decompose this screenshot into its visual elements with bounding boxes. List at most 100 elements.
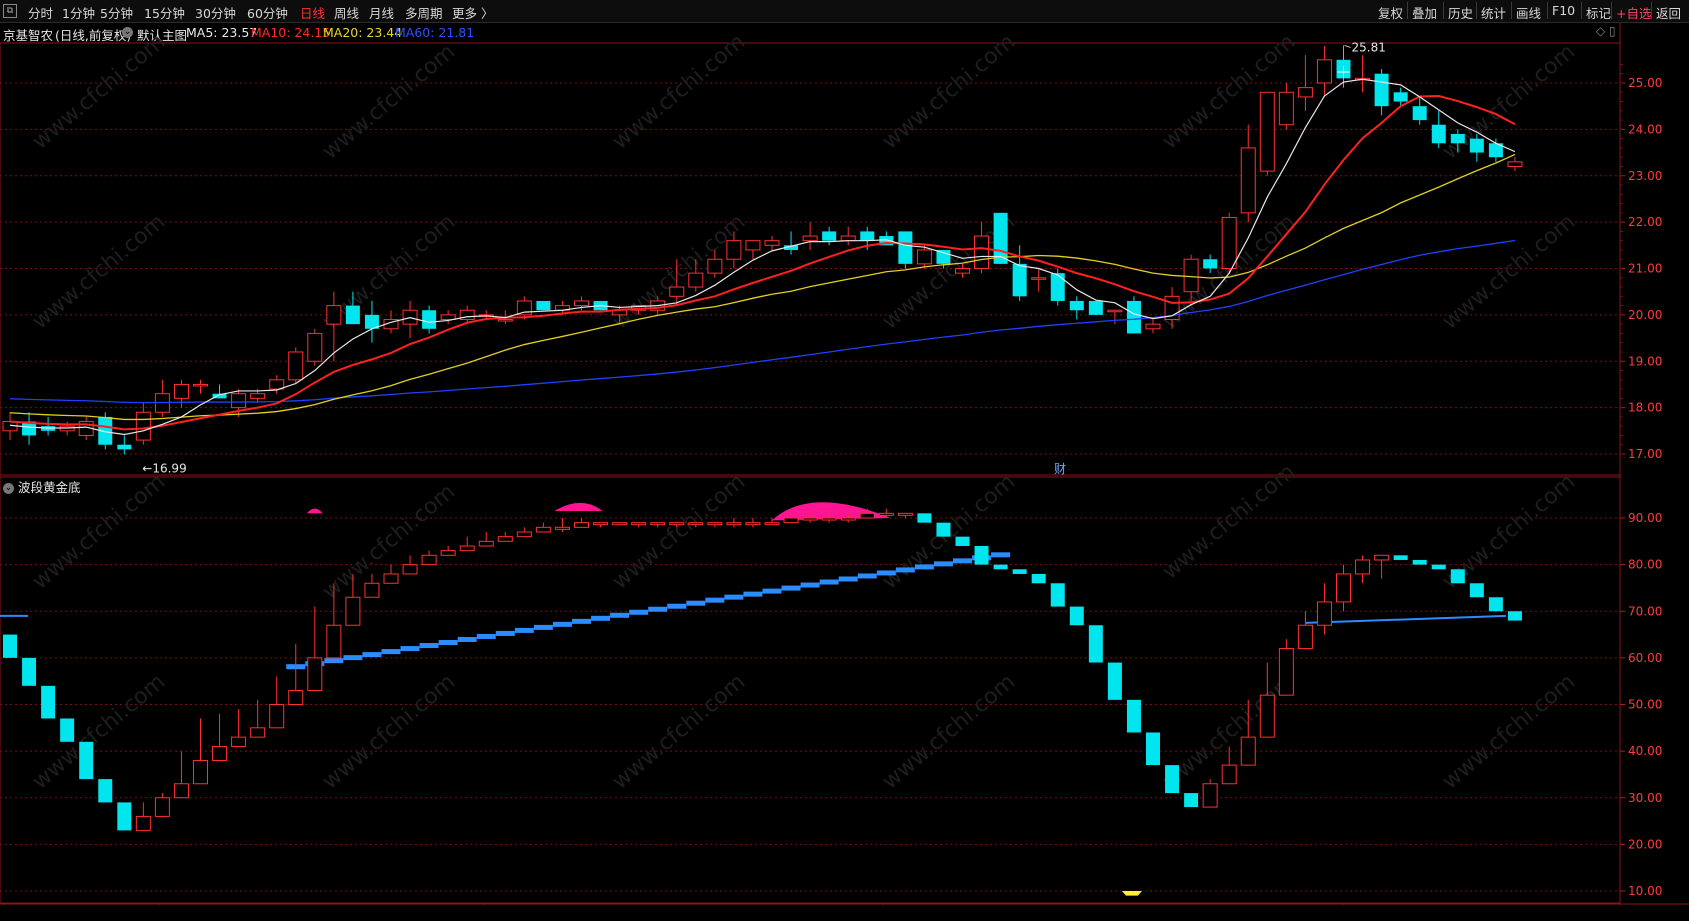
watermark-text: www.cfchi.com	[318, 669, 460, 794]
sub-y-tick-label: 70.00	[1628, 604, 1662, 618]
osc-bar-up	[802, 517, 818, 521]
osc-bar-up	[1259, 694, 1275, 738]
osc-bar-up	[383, 573, 399, 584]
sub-blue-block	[438, 640, 458, 646]
osc-bar-up	[478, 540, 494, 547]
osc-bar-up	[764, 522, 780, 526]
main-y-tick-label: 20.00	[1628, 308, 1662, 322]
sub-blue-block	[762, 588, 782, 594]
watermark-text: www.cfchi.com	[318, 39, 460, 164]
osc-bar-up	[231, 736, 247, 747]
high-price-pointer	[1344, 44, 1351, 48]
candle-body-up	[516, 300, 532, 316]
osc-bar-down	[1146, 732, 1160, 766]
watermark-text: www.cfchi.com	[1438, 209, 1580, 334]
sub-y-tick-label: 60.00	[1628, 651, 1662, 665]
osc-bar-up	[497, 536, 513, 542]
watermark-text: www.cfchi.com	[608, 29, 750, 154]
candle-body-up	[135, 411, 151, 441]
sub-blue-block	[800, 582, 820, 588]
osc-bar-down	[1507, 611, 1522, 621]
candle-body-up	[269, 379, 285, 390]
candle-body-down	[1050, 273, 1065, 301]
sub-y-tick-label: 30.00	[1628, 791, 1662, 805]
candle-body-up	[173, 383, 189, 399]
osc-bar-down	[993, 564, 1008, 570]
candle-body-up	[726, 240, 742, 260]
chart-area[interactable]: 25.00 24.00 23.00 22.00 21.00 20.00 19.00 18.00…	[0, 0, 1689, 921]
main-y-tick-label: 19.00	[1628, 354, 1662, 368]
osc-bar-down	[1165, 765, 1180, 794]
sub-blue-block	[781, 585, 801, 591]
pink-signal	[306, 508, 323, 514]
candle-body-up	[707, 258, 723, 274]
osc-bar-up	[726, 522, 742, 526]
candle-body-down	[1450, 134, 1465, 144]
candle-body-up	[745, 240, 761, 251]
osc-bar-down	[1050, 583, 1065, 607]
osc-bar-up	[878, 512, 894, 516]
osc-bar-up	[1297, 624, 1313, 650]
candle-body-up	[916, 249, 932, 265]
ma60-line	[9, 239, 1516, 404]
candle-body-up	[840, 235, 856, 242]
main-y-tick-label: 18.00	[1628, 401, 1662, 415]
osc-bar-up	[193, 759, 208, 785]
osc-bar-up	[574, 522, 589, 528]
main-y-tick-label: 21.00	[1628, 262, 1662, 276]
sub-blue-block	[457, 636, 477, 642]
osc-bar-up	[840, 517, 856, 521]
osc-bar-up	[745, 522, 761, 526]
sub-blue-line-right	[1305, 614, 1506, 624]
candle-body-up	[1259, 91, 1275, 172]
sub-blue-block	[819, 579, 839, 585]
osc-bar-up	[535, 526, 551, 533]
watermark-text: www.cfchi.com	[28, 29, 170, 154]
candle-body-down	[1126, 300, 1141, 334]
candle-body-up	[1316, 59, 1332, 84]
watermark-text: www.cfchi.com	[1158, 29, 1300, 154]
osc-bar-up	[1240, 736, 1256, 766]
candle-body-up	[955, 268, 970, 274]
sub-blue-block	[514, 627, 534, 633]
watermark-text: www.cfchi.com	[608, 669, 750, 794]
sub-y-tick-label: 40.00	[1628, 744, 1662, 758]
osc-bar-up	[612, 522, 628, 526]
osc-bar-up	[326, 624, 342, 659]
low-price-label: ←16.99	[142, 461, 186, 475]
osc-bar-up	[173, 783, 189, 799]
candle-body-up	[802, 235, 818, 242]
candle-body-down	[1374, 73, 1389, 107]
candle-body-up	[193, 383, 208, 387]
watermark-text: www.cfchi.com	[1158, 459, 1300, 584]
candle-body-down	[1088, 300, 1103, 315]
sub-blue-block	[838, 576, 858, 582]
candle-body-down	[1412, 106, 1427, 121]
candle-body-down	[1069, 300, 1084, 311]
sub-blue-block	[933, 561, 953, 567]
candle-body-up	[974, 235, 990, 270]
ma20-line	[9, 153, 1516, 421]
osc-bar-up	[212, 745, 228, 761]
osc-bar-up	[593, 522, 609, 526]
sub-blue-block	[743, 591, 763, 597]
osc-bar-down	[117, 802, 132, 831]
osc-bar-up	[1374, 554, 1390, 561]
candle-body-down	[422, 310, 437, 329]
candle-body-up	[307, 332, 323, 362]
osc-bar-up	[269, 704, 285, 729]
candle-body-down	[936, 249, 951, 264]
osc-bar-down	[1450, 569, 1465, 584]
candle-body-up	[574, 300, 589, 307]
x-axis-bar	[0, 905, 1689, 921]
osc-bar-down	[1393, 555, 1408, 560]
sub-blue-block	[629, 609, 649, 615]
osc-bar-up	[669, 522, 685, 526]
osc-bar-up	[516, 531, 532, 538]
candle-body-down	[1431, 124, 1446, 144]
sub-blue-block	[667, 603, 687, 609]
osc-bar-up	[707, 522, 723, 526]
sub-blue-block	[381, 649, 401, 655]
candle-body-down	[1393, 92, 1408, 102]
osc-bar-down	[41, 685, 56, 719]
